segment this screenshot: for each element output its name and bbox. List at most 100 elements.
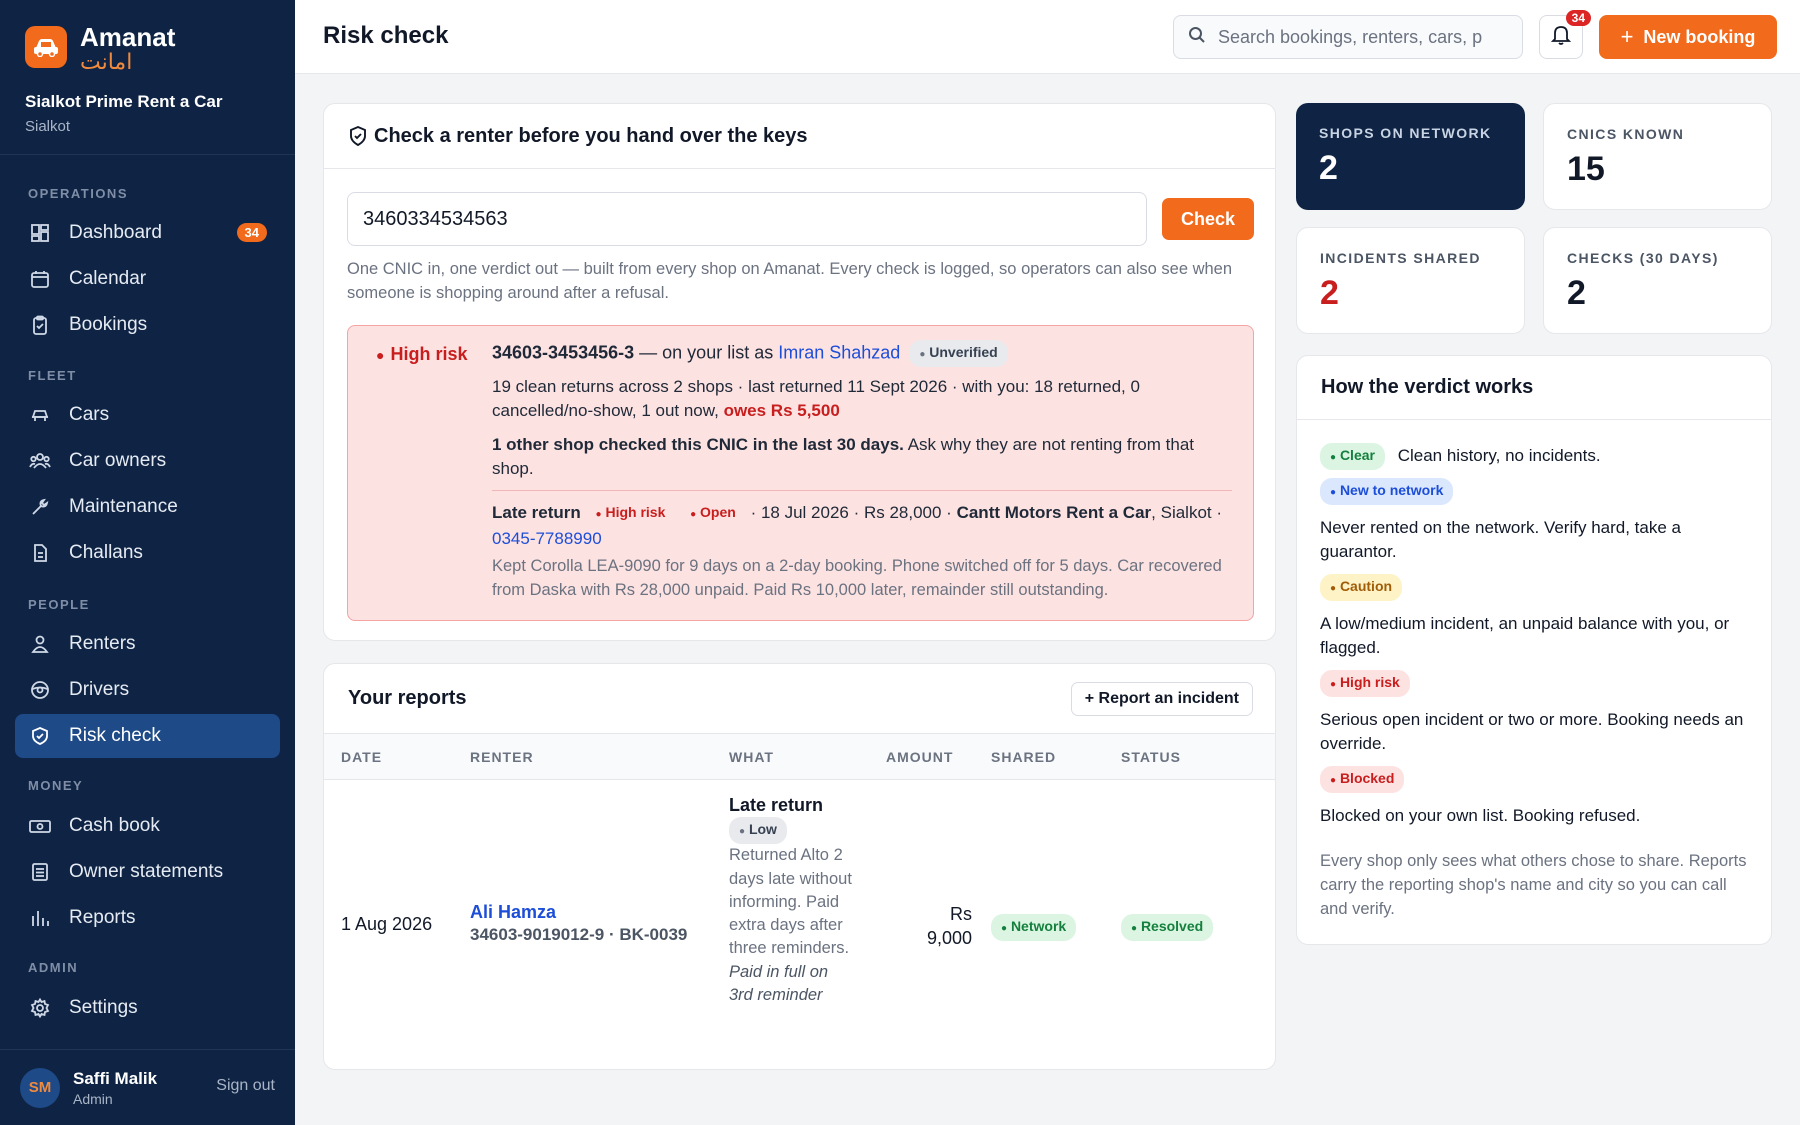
sign-out-link[interactable]: Sign out [216,1077,275,1095]
owes-amount: owes Rs 5,500 [723,401,840,420]
user-icon [29,633,51,655]
new-booking-button[interactable]: + New booking [1599,15,1777,59]
reports-title: Your reports [348,687,467,709]
column-header-shared[interactable]: SHARED [991,749,1056,765]
verdict-new-badge-row: ● New to network [1320,478,1454,505]
stat-shops-on-network: SHOPS ON NETWORK 2 [1296,103,1525,210]
sidebar-item-drivers[interactable]: Drivers [15,668,280,712]
shared-badge-text: Network [1010,918,1067,934]
sidebar-item-label: Dashboard [69,222,162,243]
sidebar-item-risk-check[interactable]: Risk check [15,714,280,758]
stat-value: 15 [1567,150,1605,188]
column-header-status[interactable]: STATUS [1121,749,1181,765]
report-renter-link[interactable]: Ali Hamza [470,902,556,922]
report-what: Late return ● Low Returned Alto 2 days l… [729,794,854,1007]
status-badge: ● Unverified [909,340,1008,367]
report-amount: Rs 9,000 [926,904,972,948]
cnic-input[interactable] [347,192,1147,246]
divider [492,490,1232,491]
notifications-button[interactable]: 34 [1539,10,1591,59]
column-header-date[interactable]: DATE [341,749,382,765]
sidebar-item-label: Risk check [69,725,161,746]
avatar[interactable]: SM [20,1067,60,1108]
sidebar-item-cash-book[interactable]: Cash book [15,804,280,848]
sidebar-item-reports[interactable]: Reports [15,896,280,940]
report-note: Paid in full on 3rd reminder [729,962,829,1005]
report-shared: ● Network [991,914,1077,941]
stat-label: CHECKS (30 DAYS) [1567,250,1719,266]
verdict-result-panel: ● High risk 34603-3453456-3 — on your lis… [347,325,1254,621]
caution-badge: ● Caution [1320,574,1403,601]
sidebar-item-maintenance[interactable]: Maintenance [15,485,280,529]
incident-entry: Late return ● High risk ● Open · 18 Jul … [492,500,1232,551]
search-icon [1188,26,1206,49]
cash-icon [29,815,51,837]
new-booking-label: New booking [1643,26,1756,47]
sidebar-item-renters[interactable]: Renters [15,622,280,666]
sidebar-item-challans[interactable]: Challans [15,531,280,575]
check-button[interactable]: Check [1162,198,1254,240]
sidebar: Amanat امانت Sialkot Prime Rent a Car Si… [0,0,295,1125]
wrench-icon [29,496,51,518]
sidebar-item-owner-statements[interactable]: Owner statements [15,850,280,894]
incident-state-text: Open [700,504,736,520]
car-logo-icon [25,26,67,68]
blocked-description: Blocked on your own list. Booking refuse… [1320,806,1641,825]
check-help-text: One CNIC in, one verdict out — built fro… [347,260,1233,302]
blocked-badge-text: Blocked [1339,770,1395,786]
sidebar-item-label: Calendar [69,268,147,289]
verdict-high-badge-row: ● High risk [1320,670,1410,697]
shop-name: Sialkot Prime Rent a Car [25,92,223,111]
sidebar-item-car-owners[interactable]: Car owners [15,439,280,483]
shared-badge: ● Network [991,914,1077,941]
new-badge-text: New to network [1339,482,1444,498]
sidebar-item-settings[interactable]: Settings [15,986,280,1030]
report-description: Returned Alto 2 days late without inform… [729,846,852,958]
brand-block: Amanat امانت Sialkot Prime Rent a Car Si… [0,0,295,155]
sidebar-item-label: Owner statements [69,861,224,882]
incident-type: Late return [492,502,581,522]
gear-icon [29,997,51,1019]
incident-severity-badge: ● High risk [595,504,666,520]
plus-icon: + [1620,24,1634,49]
report-incident-button[interactable]: + Report an incident [1070,682,1253,716]
new-to-network-badge: ● New to network [1320,478,1454,505]
risk-check-card: Check a renter before you hand over the … [323,103,1276,641]
high-badge-text: High risk [1339,674,1400,690]
new-description: Never rented on the network. Verify hard… [1320,518,1681,561]
top-bar: Risk check 34 + New booking [295,0,1800,74]
incident-severity-text: High risk [605,504,666,520]
sidebar-item-calendar[interactable]: Calendar [15,257,280,301]
column-header-renter[interactable]: RENTER [470,749,534,765]
check-card-title: Check a renter before you hand over the … [374,124,808,147]
verdict-clear-row: ● Clear Clean history, no incidents. [1320,443,1601,470]
sidebar-item-cars[interactable]: Cars [15,393,280,437]
document-icon [29,542,51,564]
blocked-badge: ● Blocked [1320,766,1405,793]
sidebar-item-label: Settings [69,997,138,1018]
reports-header: Your reports + Report an incident [324,664,1275,734]
sidebar-item-bookings[interactable]: Bookings [15,303,280,347]
report-severity-text: Low [748,821,777,838]
column-header-amount[interactable]: AMOUNT [886,749,953,765]
incident-phone-link[interactable]: 0345-7788990 [492,529,602,548]
incident-state-badge: ● Open [690,504,736,520]
clear-badge-text: Clear [1339,447,1375,463]
list-document-icon [29,861,51,883]
search-box[interactable] [1173,15,1523,59]
sidebar-item-label: Drivers [69,679,130,700]
reports-table-header: DATE RENTER WHAT AMOUNT SHARED STATUS [324,734,1275,780]
column-header-what[interactable]: WHAT [729,749,774,765]
renter-name-link[interactable]: Imran Shahzad [778,342,900,362]
your-reports-card: Your reports + Report an incident DATE R… [323,663,1276,1070]
verdict-guide-title: How the verdict works [1297,356,1771,420]
clear-badge: ● Clear [1320,443,1385,470]
result-cnic: 34603-3453456-3 [492,342,635,363]
resolved-badge: ● Resolved [1121,914,1214,941]
sidebar-item-dashboard[interactable]: Dashboard 34 [15,211,280,255]
verdict-blocked-badge-row: ● Blocked [1320,766,1405,793]
search-input[interactable] [1218,26,1508,48]
dot-icon: ● [376,347,385,363]
bell-icon [1550,24,1572,51]
caution-description: A low/medium incident, an unpaid balance… [1320,614,1730,657]
